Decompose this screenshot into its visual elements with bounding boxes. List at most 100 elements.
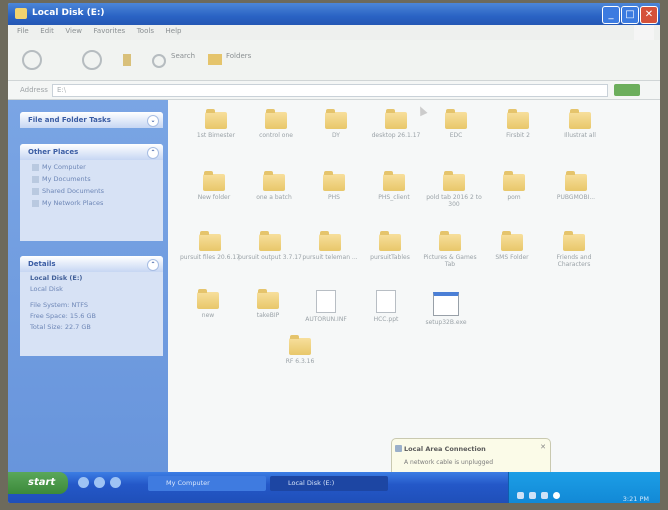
folder-item[interactable]: Firsbit 2 bbox=[486, 109, 550, 139]
back-icon[interactable] bbox=[22, 50, 42, 70]
folder-item[interactable]: Illustrat all bbox=[548, 109, 612, 139]
details-file-system: File System: NTFS bbox=[30, 301, 89, 309]
start-button[interactable]: start bbox=[8, 472, 68, 494]
folder-item[interactable]: new bbox=[176, 289, 240, 319]
balloon-title: Local Area Connection bbox=[404, 445, 486, 453]
settings-file-icon bbox=[316, 290, 336, 313]
document-icon bbox=[376, 290, 396, 313]
address-input[interactable]: E:\ bbox=[52, 84, 608, 97]
close-icon[interactable]: ✕ bbox=[540, 443, 546, 451]
folder-item[interactable]: PHS bbox=[302, 171, 366, 201]
address-bar: Address E:\ bbox=[8, 81, 660, 100]
go-button[interactable] bbox=[614, 84, 640, 96]
documents-icon bbox=[32, 176, 39, 183]
taskbar-button-my-computer[interactable]: My Computer bbox=[148, 476, 266, 491]
volume-icon[interactable] bbox=[553, 492, 560, 499]
menu-tools[interactable]: Tools bbox=[137, 27, 154, 35]
folder-item[interactable]: pursuit teleman ... bbox=[298, 231, 362, 261]
ie-icon[interactable] bbox=[94, 477, 105, 488]
file-tasks-panel: File and Folder Tasks ⌄ bbox=[20, 112, 163, 128]
menu-favorites[interactable]: Favorites bbox=[94, 27, 126, 35]
other-places-title: Other Places bbox=[28, 148, 79, 156]
folder-icon bbox=[383, 171, 405, 191]
folder-item[interactable]: pursuit files 20.6.17 bbox=[178, 231, 242, 261]
taskbar-button-local-disk[interactable]: Local Disk (E:) bbox=[270, 476, 388, 491]
windows-logo-icon bbox=[634, 25, 654, 40]
folder-item[interactable]: takeBIP bbox=[236, 289, 300, 319]
folder-icon bbox=[199, 231, 221, 251]
maximize-button[interactable]: □ bbox=[621, 6, 639, 24]
folder-item[interactable]: pom bbox=[482, 171, 546, 201]
close-button[interactable]: ✕ bbox=[640, 6, 658, 24]
taskbar: start My Computer Local Disk (E:) 3:21 P… bbox=[8, 472, 660, 503]
file-item[interactable]: HCC.ppt bbox=[354, 290, 418, 323]
folders-button[interactable]: Folders bbox=[226, 52, 251, 60]
folder-item[interactable]: New folder bbox=[182, 171, 246, 201]
chevron-up-icon[interactable]: ⌃ bbox=[147, 259, 159, 271]
folder-item[interactable]: Friends and Characters bbox=[542, 231, 606, 268]
folder-icon bbox=[569, 109, 591, 129]
file-tasks-title: File and Folder Tasks bbox=[28, 116, 111, 124]
shared-folder-icon bbox=[32, 188, 39, 195]
menu-help[interactable]: Help bbox=[166, 27, 182, 35]
file-item[interactable]: setup32B.exe bbox=[414, 292, 478, 326]
folder-item[interactable]: PUBGMOBI... bbox=[544, 171, 608, 201]
details-total-size: Total Size: 22.7 GB bbox=[30, 323, 91, 331]
link-shared-documents[interactable]: Shared Documents bbox=[32, 187, 163, 196]
tray-icon[interactable] bbox=[529, 492, 536, 499]
folder-item[interactable]: pursuitTables bbox=[358, 231, 422, 261]
folder-item[interactable]: EDC bbox=[424, 109, 488, 139]
file-tasks-header[interactable]: File and Folder Tasks ⌄ bbox=[20, 112, 163, 128]
network-icon bbox=[32, 200, 39, 207]
folder-icon bbox=[439, 231, 461, 251]
chevron-down-icon[interactable]: ⌄ bbox=[147, 115, 159, 127]
search-icon bbox=[152, 54, 166, 68]
folder-icon bbox=[325, 109, 347, 129]
media-icon[interactable] bbox=[110, 477, 121, 488]
folder-icon bbox=[443, 171, 465, 191]
folder-icon bbox=[507, 109, 529, 129]
folder-item[interactable]: PHS_client bbox=[362, 171, 426, 201]
folder-item[interactable]: one a batch bbox=[242, 171, 306, 201]
link-my-computer[interactable]: My Computer bbox=[32, 163, 163, 172]
link-my-network-places[interactable]: My Network Places bbox=[32, 199, 163, 208]
browser-icon[interactable] bbox=[78, 477, 89, 488]
network-icon[interactable] bbox=[541, 492, 548, 499]
folder-item[interactable]: RF 6.3.16 bbox=[268, 335, 332, 365]
menu-view[interactable]: View bbox=[65, 27, 82, 35]
folder-icon bbox=[385, 109, 407, 129]
folder-item[interactable]: control one bbox=[244, 109, 308, 139]
folder-item[interactable]: SMS Folder bbox=[480, 231, 544, 261]
folder-item[interactable]: desktop 26.1.17 bbox=[364, 109, 428, 139]
system-tray: 3:21 PM bbox=[508, 472, 660, 503]
folder-item[interactable]: 1st Bimester bbox=[184, 109, 248, 139]
folder-icon bbox=[289, 335, 311, 355]
folder-icon bbox=[565, 171, 587, 191]
folder-item[interactable]: DY bbox=[304, 109, 368, 139]
folder-item[interactable]: pursuit output 3.7.17 bbox=[238, 231, 302, 261]
folder-item[interactable]: pold tab 2016 2 to 300 bbox=[422, 171, 486, 208]
file-item[interactable]: AUTORUN.INF bbox=[294, 290, 358, 323]
chevron-up-icon[interactable]: ⌃ bbox=[147, 147, 159, 159]
forward-icon[interactable] bbox=[82, 50, 102, 70]
tray-icon[interactable] bbox=[517, 492, 524, 499]
folder-item[interactable]: Pictures & Games Tab bbox=[418, 231, 482, 268]
folder-icon bbox=[563, 231, 585, 251]
menu-edit[interactable]: Edit bbox=[40, 27, 54, 35]
details-header[interactable]: Details ⌃ bbox=[20, 256, 163, 272]
link-my-documents[interactable]: My Documents bbox=[32, 175, 163, 184]
details-type: Local Disk bbox=[30, 285, 63, 293]
other-places-panel: Other Places ⌃ My Computer My Documents … bbox=[20, 144, 163, 241]
folders-icon bbox=[208, 54, 222, 65]
other-places-header[interactable]: Other Places ⌃ bbox=[20, 144, 163, 160]
clock[interactable]: 3:21 PM bbox=[623, 495, 649, 503]
folder-icon bbox=[203, 171, 225, 191]
window-title-bar[interactable]: Local Disk (E:) _ □ ✕ bbox=[8, 3, 660, 25]
desktop-screen: Local Disk (E:) _ □ ✕ File Edit View Fav… bbox=[8, 3, 660, 503]
folder-icon bbox=[501, 231, 523, 251]
address-label: Address bbox=[20, 86, 48, 94]
minimize-button[interactable]: _ bbox=[602, 6, 620, 24]
search-button[interactable]: Search bbox=[171, 52, 195, 60]
menu-file[interactable]: File bbox=[17, 27, 29, 35]
up-folder-icon[interactable] bbox=[123, 54, 131, 66]
